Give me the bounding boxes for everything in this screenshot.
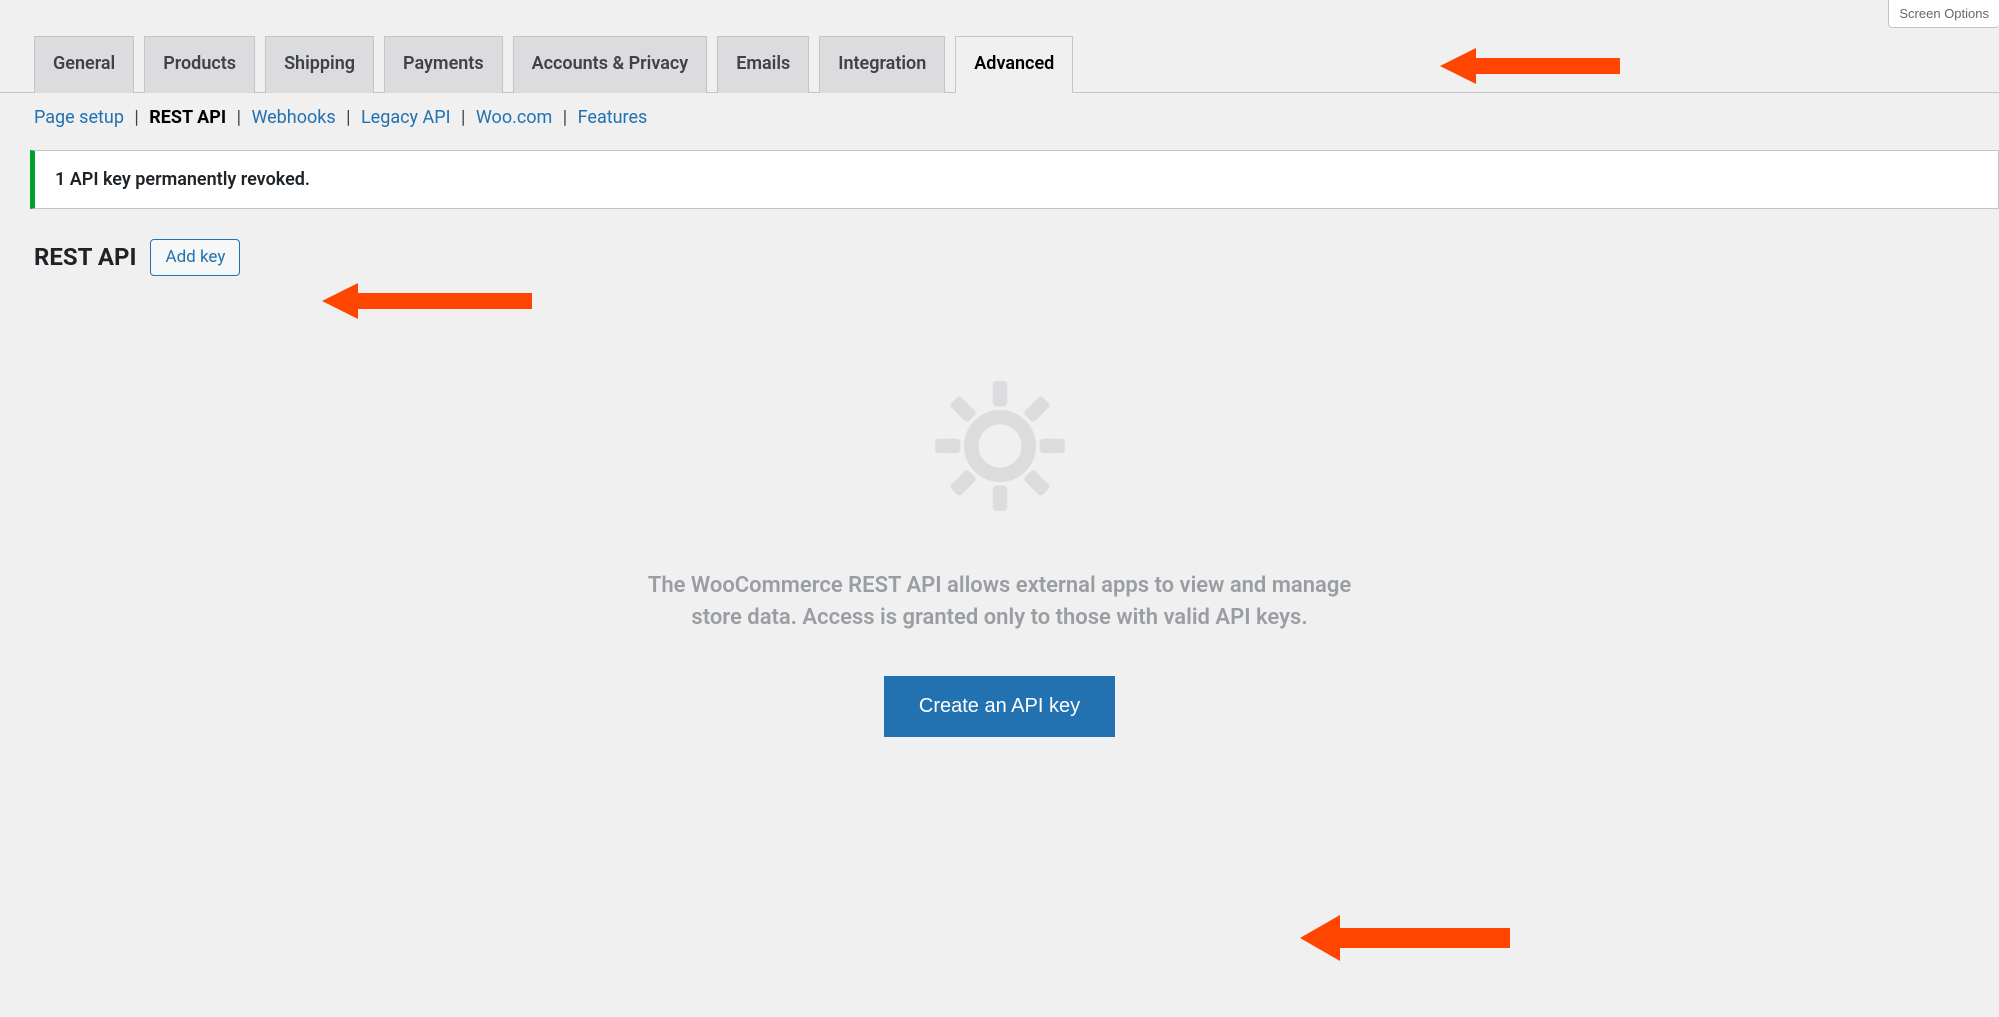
gear-icon bbox=[910, 356, 1090, 540]
success-notice: 1 API key permanently revoked. bbox=[30, 150, 1999, 209]
tab-payments[interactable]: Payments bbox=[384, 36, 503, 93]
add-key-button[interactable]: Add key bbox=[150, 239, 240, 277]
screen-options-button[interactable]: Screen Options bbox=[1888, 0, 1999, 28]
tab-emails[interactable]: Emails bbox=[717, 36, 809, 93]
tab-general[interactable]: General bbox=[34, 36, 134, 93]
create-api-key-button[interactable]: Create an API key bbox=[884, 676, 1115, 737]
arrow-annotation-icon bbox=[1300, 910, 1510, 966]
subnav-woo-com[interactable]: Woo.com bbox=[476, 107, 552, 128]
separator: | bbox=[558, 107, 571, 128]
tab-advanced[interactable]: Advanced bbox=[955, 36, 1073, 93]
empty-state-text: The WooCommerce REST API allows external… bbox=[640, 570, 1360, 634]
tab-products[interactable]: Products bbox=[144, 36, 255, 93]
separator: | bbox=[457, 107, 470, 128]
subnav-features[interactable]: Features bbox=[578, 107, 648, 128]
subnav-legacy-api[interactable]: Legacy API bbox=[361, 107, 451, 128]
page-title: REST API bbox=[34, 243, 136, 271]
settings-tabs: General Products Shipping Payments Accou… bbox=[0, 0, 1999, 93]
subnav-page-setup[interactable]: Page setup bbox=[34, 107, 124, 128]
tab-accounts-privacy[interactable]: Accounts & Privacy bbox=[513, 36, 708, 93]
tab-integration[interactable]: Integration bbox=[819, 36, 945, 93]
subnav-webhooks[interactable]: Webhooks bbox=[251, 107, 335, 128]
notice-text: 1 API key permanently revoked. bbox=[55, 169, 310, 190]
tab-shipping[interactable]: Shipping bbox=[265, 36, 374, 93]
arrow-annotation-icon bbox=[322, 278, 532, 324]
separator: | bbox=[130, 107, 143, 128]
separator: | bbox=[232, 107, 245, 128]
subnav-rest-api[interactable]: REST API bbox=[149, 107, 226, 128]
separator: | bbox=[342, 107, 355, 128]
empty-state: The WooCommerce REST API allows external… bbox=[0, 356, 1999, 737]
advanced-subnav: Page setup | REST API | Webhooks | Legac… bbox=[34, 107, 1999, 128]
